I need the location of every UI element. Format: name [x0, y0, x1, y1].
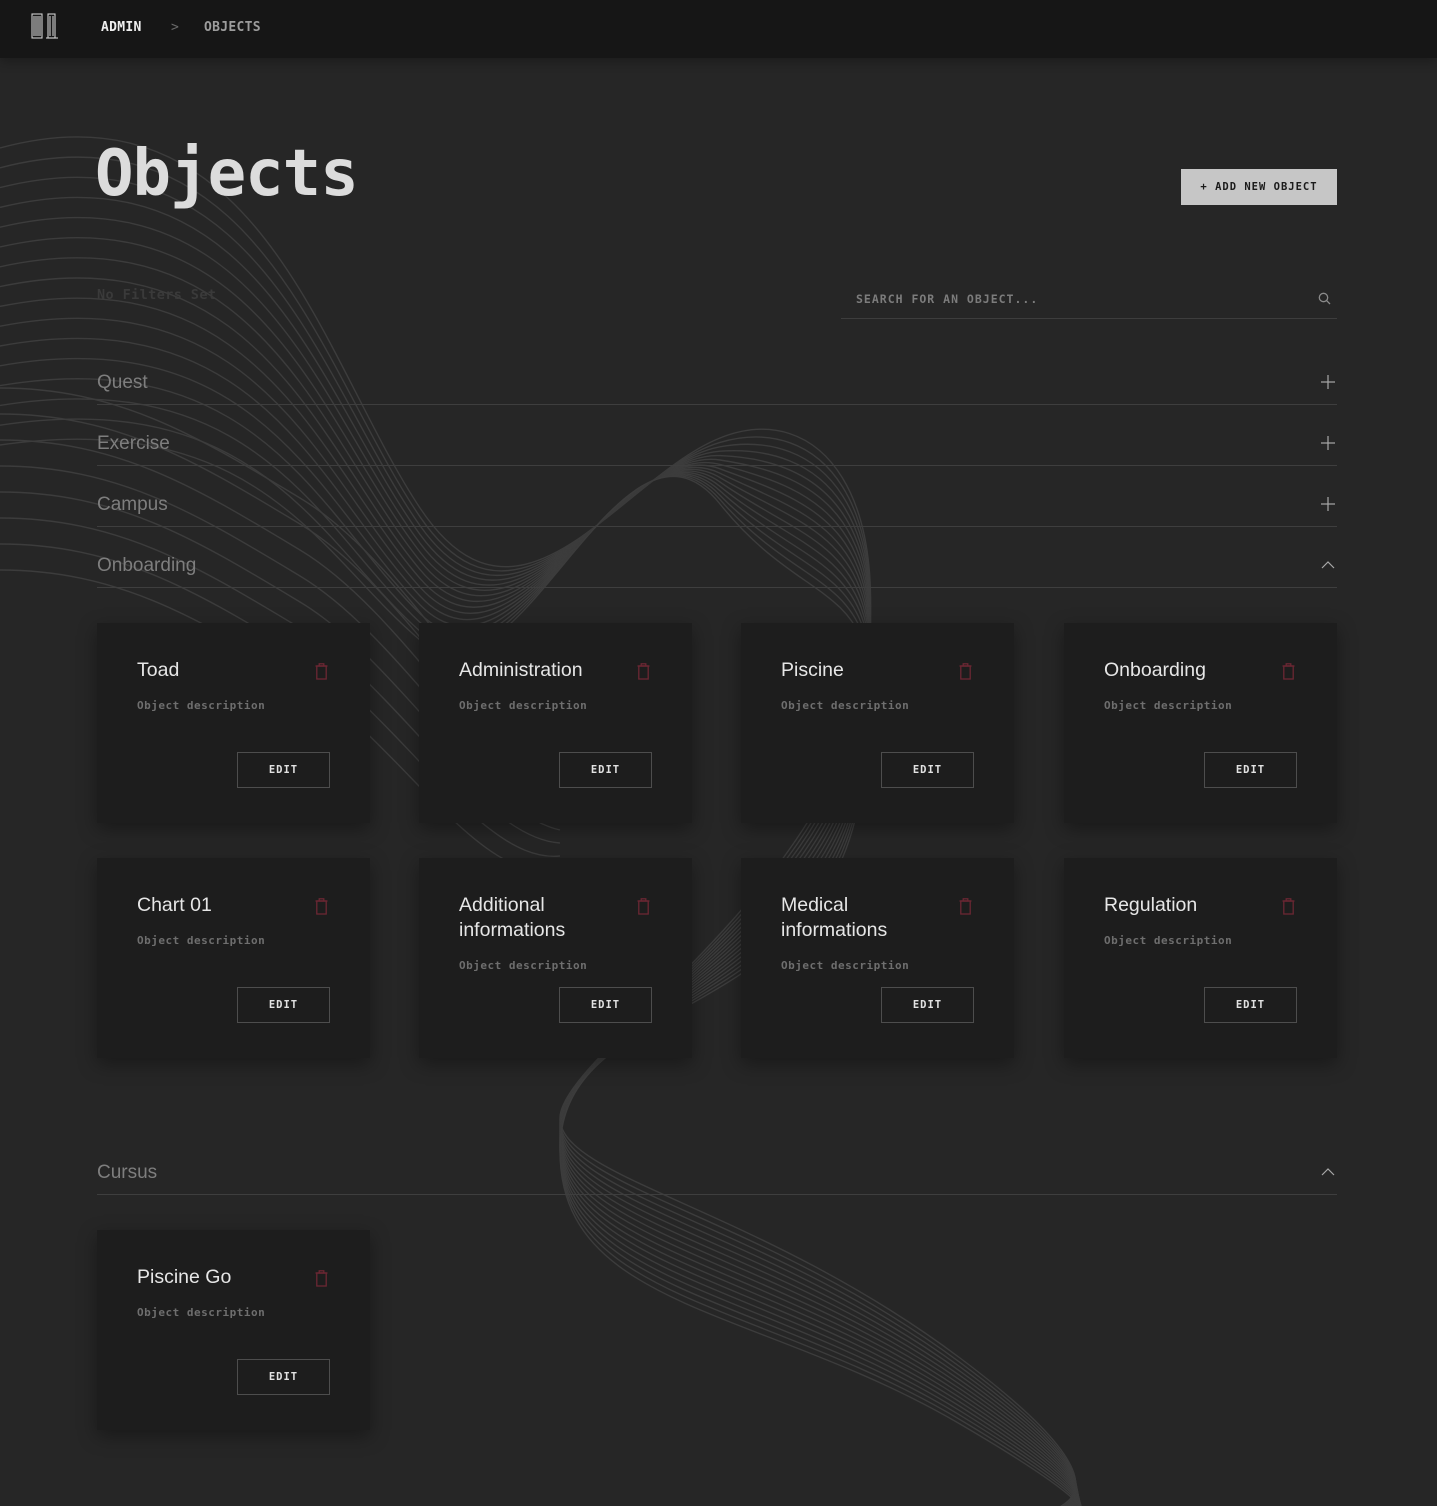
card-description: Object description	[137, 1306, 266, 1319]
card-description: Object description	[137, 934, 266, 947]
edit-button[interactable]: EDIT	[237, 987, 330, 1023]
trash-icon[interactable]	[637, 663, 650, 680]
card-title: Piscine	[781, 659, 844, 681]
section-label: Onboarding	[97, 555, 197, 576]
top-navigation-bar: ADMIN > OBJECTS	[0, 0, 1437, 58]
edit-button[interactable]: EDIT	[559, 987, 652, 1023]
add-new-object-button[interactable]: + ADD NEW OBJECT	[1181, 169, 1337, 205]
edit-button[interactable]: EDIT	[1204, 987, 1297, 1023]
trash-icon[interactable]	[315, 1270, 328, 1287]
object-card: Medical informations Object description …	[741, 858, 1014, 1058]
section-exercise[interactable]: Exercise	[97, 426, 1337, 466]
chevron-up-icon[interactable]	[1321, 558, 1335, 572]
card-title: Administration	[459, 659, 583, 681]
search-icon[interactable]	[1318, 292, 1331, 305]
card-description: Object description	[137, 699, 266, 712]
section-label: Cursus	[97, 1162, 158, 1183]
trash-icon[interactable]	[959, 898, 972, 915]
edit-button[interactable]: EDIT	[1204, 752, 1297, 788]
card-title: Chart 01	[137, 894, 212, 916]
section-label: Exercise	[97, 433, 170, 454]
card-description: Object description	[459, 699, 588, 712]
object-card: Onboarding Object description EDIT	[1064, 623, 1337, 823]
card-title: Onboarding	[1104, 659, 1206, 681]
card-description: Object description	[781, 699, 910, 712]
section-campus[interactable]: Campus	[97, 487, 1337, 527]
section-cursus[interactable]: Cursus	[97, 1155, 1337, 1195]
edit-button[interactable]: EDIT	[881, 987, 974, 1023]
search-bar	[841, 279, 1337, 319]
object-card: Piscine Go Object description EDIT	[97, 1230, 370, 1430]
edit-button[interactable]: EDIT	[237, 752, 330, 788]
trash-icon[interactable]	[315, 898, 328, 915]
section-onboarding[interactable]: Onboarding	[97, 548, 1337, 588]
card-title: Piscine Go	[137, 1266, 232, 1288]
main-content: Objects + ADD NEW OBJECT No Filters Set …	[0, 0, 1437, 1506]
trash-icon[interactable]	[1282, 898, 1295, 915]
trash-icon[interactable]	[1282, 663, 1295, 680]
card-description: Object description	[1104, 934, 1233, 947]
trash-icon[interactable]	[959, 663, 972, 680]
edit-button[interactable]: EDIT	[237, 1359, 330, 1395]
object-card: Administration Object description EDIT	[419, 623, 692, 823]
trash-icon[interactable]	[637, 898, 650, 915]
trash-icon[interactable]	[315, 663, 328, 680]
page-title: Objects	[95, 137, 359, 211]
breadcrumb-current-page: OBJECTS	[204, 20, 261, 35]
card-title: Regulation	[1104, 894, 1198, 916]
card-title: Medical informations	[781, 894, 888, 941]
card-description: Object description	[781, 959, 910, 972]
card-title: Toad	[137, 659, 180, 681]
plus-icon[interactable]	[1321, 497, 1335, 511]
breadcrumb-admin-link[interactable]: ADMIN	[101, 20, 142, 36]
breadcrumb-separator: >	[171, 20, 180, 35]
card-title: Additional informations	[459, 894, 566, 941]
section-quest[interactable]: Quest	[97, 365, 1337, 405]
plus-icon[interactable]	[1321, 375, 1335, 389]
object-card: Piscine Object description EDIT	[741, 623, 1014, 823]
object-card: Chart 01 Object description EDIT	[97, 858, 370, 1058]
object-card: Additional informations Object descripti…	[419, 858, 692, 1058]
edit-button[interactable]: EDIT	[559, 752, 652, 788]
object-card: Regulation Object description EDIT	[1064, 858, 1337, 1058]
section-label: Campus	[97, 494, 168, 515]
plus-icon[interactable]	[1321, 436, 1335, 450]
filters-status: No Filters Set	[97, 287, 217, 303]
section-label: Quest	[97, 372, 148, 393]
logo-icon[interactable]	[30, 12, 60, 40]
edit-button[interactable]: EDIT	[881, 752, 974, 788]
object-card: Toad Object description EDIT	[97, 623, 370, 823]
card-description: Object description	[459, 959, 588, 972]
search-input[interactable]	[856, 289, 1296, 309]
card-description: Object description	[1104, 699, 1233, 712]
chevron-up-icon[interactable]	[1321, 1165, 1335, 1179]
